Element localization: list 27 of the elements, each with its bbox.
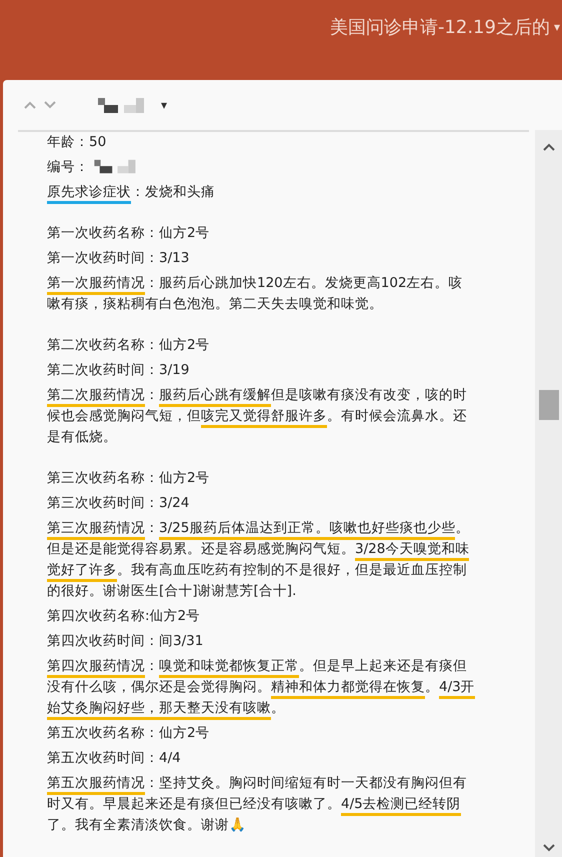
message-line: 第四次服药情况：嗅觉和味觉都恢复正常。但是早上起来还是有痰但没有什么咳，偶尔还是会觉得胸闷。精神和体力都觉得在恢复。4/3开始艾灸胸闷好些，那天整天没有咳嗽。 bbox=[47, 656, 475, 719]
scroll-up-icon[interactable] bbox=[542, 142, 556, 152]
message-line: 第三次收药时间：3/24 bbox=[47, 494, 190, 513]
message-line: 年龄：50 bbox=[47, 133, 108, 152]
title-menu-icon[interactable]: ▾ bbox=[554, 18, 560, 36]
message-line: 原先求诊症状：发烧和头痛 bbox=[47, 182, 475, 203]
chevron-up-icon[interactable] bbox=[23, 100, 37, 110]
message-line: 第五次服药情况：坚持艾灸。胸闷时间缩短有时一天都没有胸闷但有时又有。早晨起来还是有痰但已经没有咳嗽了。4/5去检测已经转阴 了。我有全素清淡饮食。谢谢🙏 bbox=[47, 774, 468, 835]
message-line: 第四次收药时间：间3/31 bbox=[47, 632, 204, 651]
message-line: 编号： bbox=[47, 157, 475, 178]
message-line: 第二次收药名称：仙方2号 bbox=[47, 336, 211, 355]
chevron-down-icon[interactable] bbox=[43, 100, 57, 110]
message-line: 第五次收药时间：4/4 bbox=[47, 749, 182, 768]
message-line: 第二次服药情况：服药后心跳有缓解但是咳嗽有痰没有改变，咳的时候也会感觉胸闷气短，但咳完又觉得舒服许多。有时候会流鼻水。还是有低烧。 bbox=[47, 386, 468, 447]
message-line: 第二次收药时间：3/19 bbox=[47, 361, 190, 380]
message-line: 第一次服药情况：服药后心跳加快120左右。发烧更高102左右。咳嗽有痰，痰粘稠有白色泡泡。第二天失去嗅觉和味觉。 bbox=[47, 274, 464, 314]
scrollbar-thumb[interactable] bbox=[538, 390, 558, 420]
message-line: 第四次收药名称:仙方2号 bbox=[47, 607, 202, 626]
message-line: 第三次服药情况：3/25服药后体温达到正常。咳嗽也好些痰也少些。但是还是能觉得容易累。还是容易感觉胸闷气短。3/28今天嗅觉和味觉好了许多。我有高血压吃药有控制的不是很好，但是最近血压控制的很好。谢谢医生[合十]谢谢慧芳[合十]. bbox=[47, 519, 470, 601]
scrollbar[interactable] bbox=[535, 130, 562, 857]
message-line: 第一次收药名称：仙方2号 bbox=[47, 224, 211, 243]
scroll-down-icon[interactable] bbox=[542, 843, 556, 853]
message-line: 第一次收药时间：3/13 bbox=[47, 249, 190, 268]
sender-caret-icon[interactable]: ▾ bbox=[161, 96, 168, 114]
message-line: 第三次收药名称：仙方2号 bbox=[47, 469, 211, 488]
message-line: 第五次收药名称：仙方2号 bbox=[47, 724, 211, 743]
window-title: 美国问诊申请-12.19之后的 bbox=[330, 16, 550, 40]
